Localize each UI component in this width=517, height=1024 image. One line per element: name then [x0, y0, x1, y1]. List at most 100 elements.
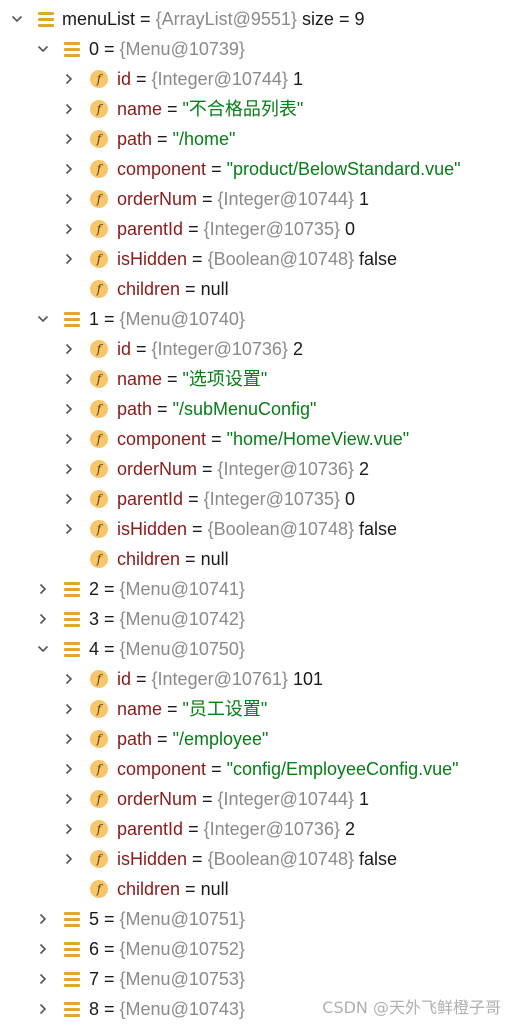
- chevron-right-icon[interactable]: [62, 844, 76, 874]
- node-name: menuList: [62, 9, 136, 29]
- field-row[interactable]: f path = "/home": [0, 124, 517, 154]
- node-text: 2 = {Menu@10741}: [89, 574, 245, 604]
- field-icon: f: [90, 460, 108, 478]
- tree-node[interactable]: 3 = {Menu@10742}: [0, 604, 517, 634]
- node-name: parentId: [117, 219, 184, 239]
- node-text: orderNum = {Integer@10744} 1: [117, 784, 369, 814]
- chevron-down-icon[interactable]: [10, 4, 24, 34]
- chevron-right-icon[interactable]: [62, 754, 76, 784]
- field-row[interactable]: f orderNum = {Integer@10744} 1: [0, 184, 517, 214]
- field-row[interactable]: f name = "选项设置": [0, 364, 517, 394]
- chevron-right-icon[interactable]: [36, 964, 50, 994]
- field-row[interactable]: f id = {Integer@10761} 101: [0, 664, 517, 694]
- chevron-right-icon[interactable]: [62, 694, 76, 724]
- node-type: {Integer@10761}: [151, 669, 288, 689]
- field-row[interactable]: f orderNum = {Integer@10736} 2: [0, 454, 517, 484]
- tree-node[interactable]: menuList = {ArrayList@9551} size = 9: [0, 4, 517, 34]
- chevron-right-icon[interactable]: [62, 154, 76, 184]
- field-row[interactable]: f component = "config/EmployeeConfig.vue": [0, 754, 517, 784]
- field-row[interactable]: f parentId = {Integer@10735} 0: [0, 484, 517, 514]
- equals-sign: =: [180, 549, 201, 569]
- node-name: path: [117, 129, 153, 149]
- field-row[interactable]: f parentId = {Integer@10735} 0: [0, 214, 517, 244]
- tree-node[interactable]: 0 = {Menu@10739}: [0, 34, 517, 64]
- equals-sign: =: [180, 879, 201, 899]
- field-row[interactable]: f orderNum = {Integer@10744} 1: [0, 784, 517, 814]
- chevron-right-icon[interactable]: [62, 514, 76, 544]
- field-icon: f: [90, 280, 108, 298]
- field-row[interactable]: f isHidden = {Boolean@10748} false: [0, 514, 517, 544]
- chevron-right-icon[interactable]: [62, 214, 76, 244]
- node-name: 4: [89, 639, 100, 659]
- chevron-right-icon[interactable]: [62, 424, 76, 454]
- node-name: component: [117, 759, 207, 779]
- chevron-right-icon[interactable]: [62, 364, 76, 394]
- field-row[interactable]: f id = {Integer@10744} 1: [0, 64, 517, 94]
- node-text: children = null: [117, 274, 229, 304]
- chevron-right-icon[interactable]: [62, 484, 76, 514]
- field-row[interactable]: f children = null: [0, 544, 517, 574]
- field-row[interactable]: f name = "不合格品列表": [0, 94, 517, 124]
- chevron-right-icon[interactable]: [62, 394, 76, 424]
- chevron-right-icon[interactable]: [62, 244, 76, 274]
- chevron-down-icon[interactable]: [36, 34, 50, 64]
- field-row[interactable]: f component = "product/BelowStandard.vue": [0, 154, 517, 184]
- tree-node[interactable]: 4 = {Menu@10750}: [0, 634, 517, 664]
- chevron-right-icon[interactable]: [62, 94, 76, 124]
- chevron-down-icon[interactable]: [36, 634, 50, 664]
- node-text: children = null: [117, 544, 229, 574]
- chevron-down-icon[interactable]: [36, 304, 50, 334]
- chevron-right-icon[interactable]: [62, 784, 76, 814]
- field-row[interactable]: f path = "/employee": [0, 724, 517, 754]
- equals-sign: =: [99, 969, 120, 989]
- field-row[interactable]: f isHidden = {Boolean@10748} false: [0, 844, 517, 874]
- chevron-right-icon[interactable]: [36, 994, 50, 1024]
- node-value: false: [359, 849, 398, 869]
- node-name: isHidden: [117, 849, 188, 869]
- equals-sign: =: [183, 819, 204, 839]
- chevron-right-icon[interactable]: [62, 664, 76, 694]
- node-value: "/employee": [172, 729, 269, 749]
- chevron-right-icon[interactable]: [62, 814, 76, 844]
- chevron-right-icon[interactable]: [62, 184, 76, 214]
- node-text: id = {Integer@10744} 1: [117, 64, 303, 94]
- equals-sign: =: [99, 939, 120, 959]
- equals-sign: =: [162, 369, 183, 389]
- field-row[interactable]: f parentId = {Integer@10736} 2: [0, 814, 517, 844]
- chevron-right-icon[interactable]: [36, 934, 50, 964]
- chevron-right-icon[interactable]: [62, 724, 76, 754]
- node-text: component = "home/HomeView.vue": [117, 424, 409, 454]
- chevron-right-icon[interactable]: [62, 124, 76, 154]
- chevron-right-icon[interactable]: [62, 454, 76, 484]
- node-type: {Menu@10739}: [119, 39, 245, 59]
- tree-node[interactable]: 7 = {Menu@10753}: [0, 964, 517, 994]
- list-icon: [64, 934, 80, 964]
- tree-node[interactable]: 5 = {Menu@10751}: [0, 904, 517, 934]
- field-row[interactable]: f children = null: [0, 874, 517, 904]
- chevron-right-icon[interactable]: [62, 334, 76, 364]
- equals-sign: =: [99, 999, 120, 1019]
- node-value: "/subMenuConfig": [172, 399, 317, 419]
- node-name: children: [117, 879, 181, 899]
- node-name: parentId: [117, 819, 184, 839]
- chevron-right-icon[interactable]: [62, 64, 76, 94]
- field-row[interactable]: f component = "home/HomeView.vue": [0, 424, 517, 454]
- equals-sign: =: [187, 519, 208, 539]
- node-name: id: [117, 69, 132, 89]
- tree-node[interactable]: 2 = {Menu@10741}: [0, 574, 517, 604]
- field-row[interactable]: f path = "/subMenuConfig": [0, 394, 517, 424]
- node-text: 4 = {Menu@10750}: [89, 634, 245, 664]
- field-row[interactable]: f children = null: [0, 274, 517, 304]
- equals-sign: =: [187, 249, 208, 269]
- tree-node[interactable]: 1 = {Menu@10740}: [0, 304, 517, 334]
- equals-sign: =: [99, 909, 120, 929]
- tree-node[interactable]: 6 = {Menu@10752}: [0, 934, 517, 964]
- chevron-right-icon[interactable]: [36, 574, 50, 604]
- chevron-right-icon[interactable]: [36, 904, 50, 934]
- chevron-right-icon[interactable]: [36, 604, 50, 634]
- field-row[interactable]: f id = {Integer@10736} 2: [0, 334, 517, 364]
- field-row[interactable]: f isHidden = {Boolean@10748} false: [0, 244, 517, 274]
- node-name: children: [117, 279, 181, 299]
- field-row[interactable]: f name = "员工设置": [0, 694, 517, 724]
- node-type: {ArrayList@9551}: [155, 9, 297, 29]
